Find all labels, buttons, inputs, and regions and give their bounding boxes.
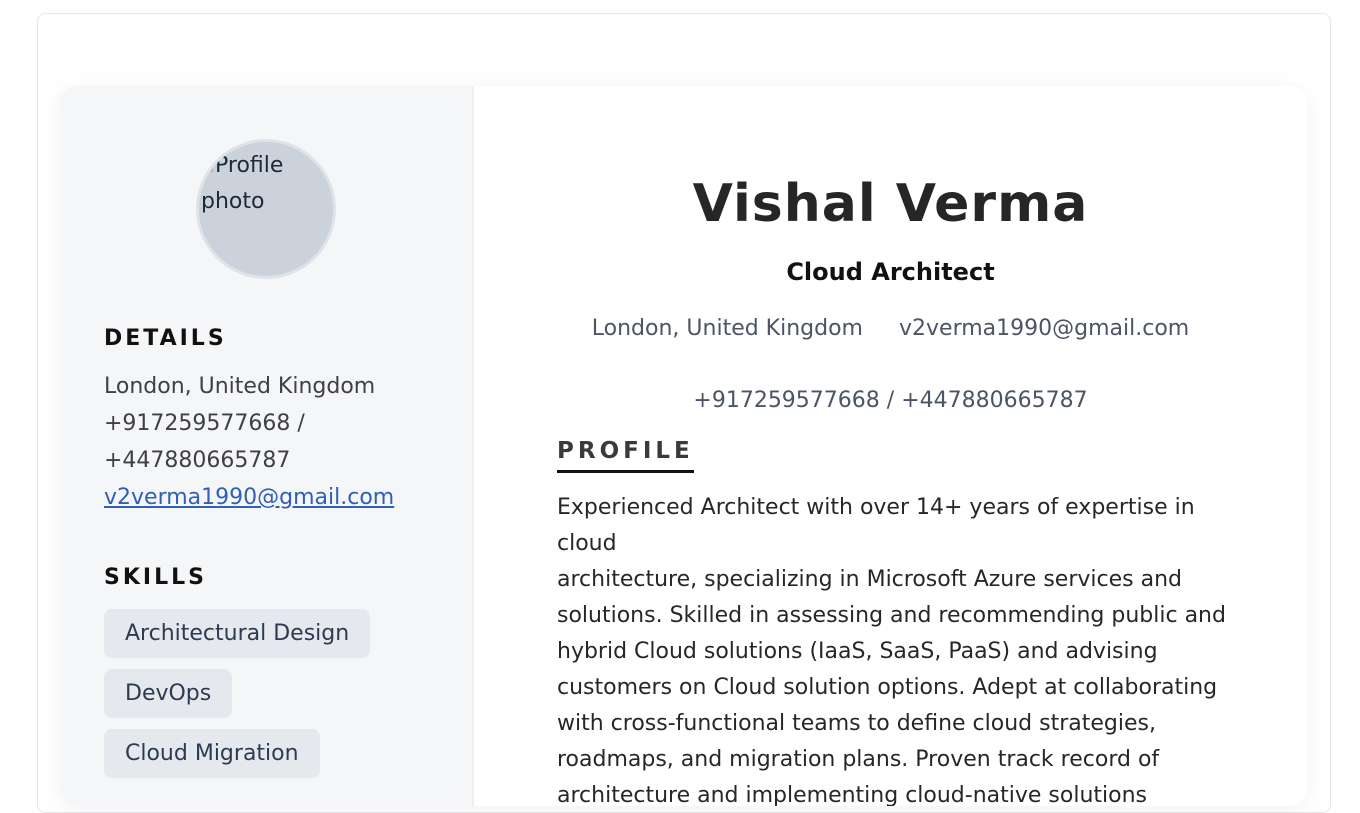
avatar-alt-label: Profile photo: [201, 153, 284, 214]
details-block: London, United Kingdom +917259577668 / +…: [104, 368, 444, 516]
details-location: London, United Kingdom: [104, 374, 376, 399]
skill-chip: DevOps: [104, 669, 233, 718]
profile-line: Experienced Architect with over 14+ year…: [557, 495, 1195, 556]
avatar-alt-text: Profile photo: [201, 148, 331, 220]
profile-heading: PROFILE: [557, 438, 694, 473]
header-location: London, United Kingdom: [591, 316, 863, 341]
profile-line: hybrid Cloud solutions (IaaS, SaaS, PaaS…: [557, 639, 1158, 664]
details-email-link[interactable]: v2verma1990@gmail.com: [104, 485, 394, 510]
avatar: Profile photo: [196, 139, 336, 279]
candidate-name: Vishal Verma: [692, 174, 1089, 234]
profile-line: solutions. Skilled in assessing and reco…: [557, 603, 1226, 628]
details-heading: DETAILS: [104, 326, 227, 351]
contact-row: London, United Kingdom v2verma1990@gmail.…: [474, 316, 1307, 341]
profile-line: customers on Cloud solution options. Ade…: [557, 675, 1218, 700]
profile-line: architecture and implementing cloud-nati…: [557, 783, 1148, 806]
header-email: v2verma1990@gmail.com: [899, 316, 1190, 341]
main-content: Vishal Verma Cloud Architect London, Uni…: [474, 86, 1307, 806]
skill-chip: Cloud Migration: [104, 729, 320, 778]
profile-summary: Experienced Architect with over 14+ year…: [557, 490, 1237, 806]
broken-image-icon: [201, 160, 213, 172]
candidate-role: Cloud Architect: [786, 258, 995, 286]
profile-line: with cross-functional teams to define cl…: [557, 711, 1156, 736]
profile-line: architecture, specializing in Microsoft …: [557, 567, 1182, 592]
skill-chip: Architectural Design: [104, 609, 371, 658]
sidebar: Profile photo DETAILS London, United Kin…: [60, 86, 474, 806]
details-phone-line2: +447880665787: [104, 448, 291, 473]
details-phone-line1: +917259577668 /: [104, 411, 305, 436]
skills-list: Architectural Design DevOps Cloud Migrat…: [104, 609, 444, 789]
profile-line: roadmaps, and migration plans. Proven tr…: [557, 747, 1160, 772]
phone-row: +917259577668 / +447880665787: [474, 388, 1307, 413]
resume-card: Profile photo DETAILS London, United Kin…: [60, 86, 1307, 806]
header-phones: +917259577668 / +447880665787: [693, 388, 1088, 413]
skills-heading: SKILLS: [104, 565, 207, 590]
